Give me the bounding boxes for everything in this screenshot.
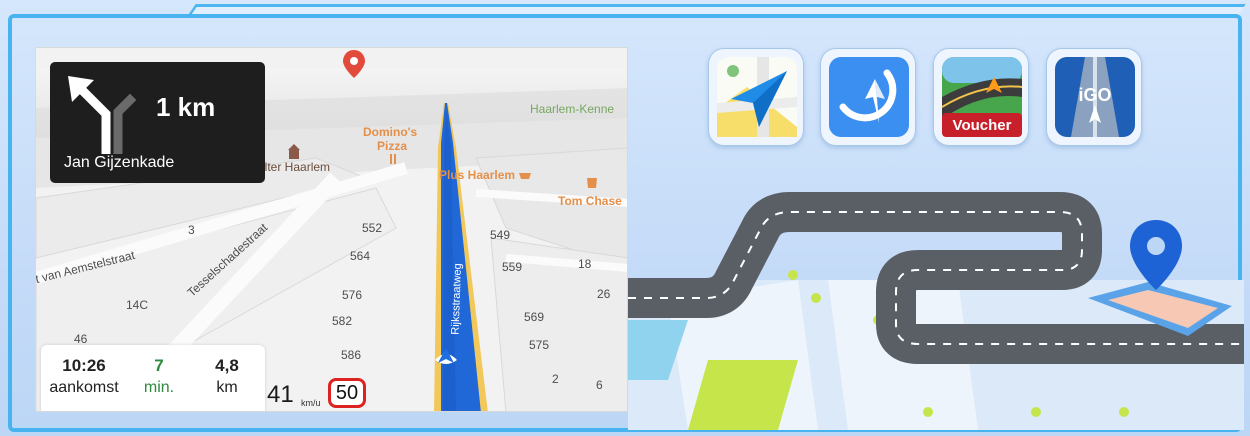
navigation-map[interactable]: Rijksstraatweg Tesselschadestraat t van …: [35, 47, 628, 412]
minutes-label: min.: [143, 379, 175, 396]
house-number: 2: [552, 372, 559, 386]
current-speed: 41: [267, 381, 294, 408]
promo-banner: Rijksstraatweg Tesselschadestraat t van …: [0, 0, 1250, 436]
app-igo[interactable]: iGO: [1046, 48, 1142, 146]
arrival-label: aankomst: [49, 379, 119, 396]
house-number: 14C: [126, 298, 149, 312]
remaining-distance: 4,8: [215, 356, 239, 375]
poi-tom-chase[interactable]: Tom Chase: [558, 194, 622, 208]
house-number: 569: [524, 310, 545, 324]
arrival-time: 10:26: [62, 356, 106, 375]
remaining-distance-info: 4,8 km: [199, 356, 255, 397]
road-label-rijksstraatweg: Rijksstraatweg: [449, 263, 465, 335]
distance-label: km: [216, 379, 238, 396]
turn-left-arrow-icon: [68, 76, 137, 154]
turn-instruction-card[interactable]: 1 km Jan Gijzenkade: [50, 62, 265, 183]
igo-badge-label: iGO: [1078, 85, 1111, 105]
voucher-road-icon: Voucher: [942, 57, 1022, 137]
house-number: 549: [490, 228, 511, 242]
speed-unit: km/u: [301, 398, 321, 408]
turn-street-name: Jan Gijzenkade: [64, 154, 175, 171]
arrival-info: 10:26 aankomst: [49, 356, 119, 397]
app-navigator[interactable]: [820, 48, 916, 146]
poi-kelter-haarlem[interactable]: elter Haarlem: [258, 160, 330, 174]
house-number: 6: [596, 378, 603, 392]
app-sygic-voucher[interactable]: Voucher: [933, 48, 1029, 146]
igo-road-icon: iGO: [1055, 57, 1135, 137]
remaining-minutes: 7: [154, 356, 164, 375]
house-number: 576: [342, 288, 363, 302]
app-yandex-maps[interactable]: [708, 48, 804, 146]
poi-plus-haarlem[interactable]: Plus Haarlem: [439, 168, 515, 182]
speed-limit-sign: 50: [328, 378, 366, 408]
paper-plane-map-icon: [717, 57, 797, 137]
poi-dominos[interactable]: Domino's: [363, 125, 417, 139]
house-number: 18: [578, 257, 592, 271]
house-number: 582: [332, 314, 353, 328]
turn-distance: 1 km: [156, 92, 216, 122]
house-number: 559: [502, 260, 523, 274]
poi-haarlem-kennemer[interactable]: Haarlem-Kenne: [530, 102, 614, 116]
remaining-time-info: 7 min.: [129, 356, 189, 397]
voucher-badge-label: Voucher: [953, 117, 1012, 134]
compass-icon: [829, 57, 909, 137]
house-number: 46: [74, 332, 88, 346]
house-number: 564: [350, 249, 371, 263]
house-number: 575: [529, 338, 550, 352]
house-number: 26: [597, 287, 611, 301]
house-number: 552: [362, 221, 383, 235]
trip-info-panel[interactable]: 10:26 aankomst 7 min. 4,8 km: [41, 345, 265, 411]
road-illustration: [628, 192, 1244, 430]
house-number: 586: [341, 348, 362, 362]
poi-pizza[interactable]: Pizza: [377, 139, 407, 153]
house-number: 3: [188, 223, 195, 237]
